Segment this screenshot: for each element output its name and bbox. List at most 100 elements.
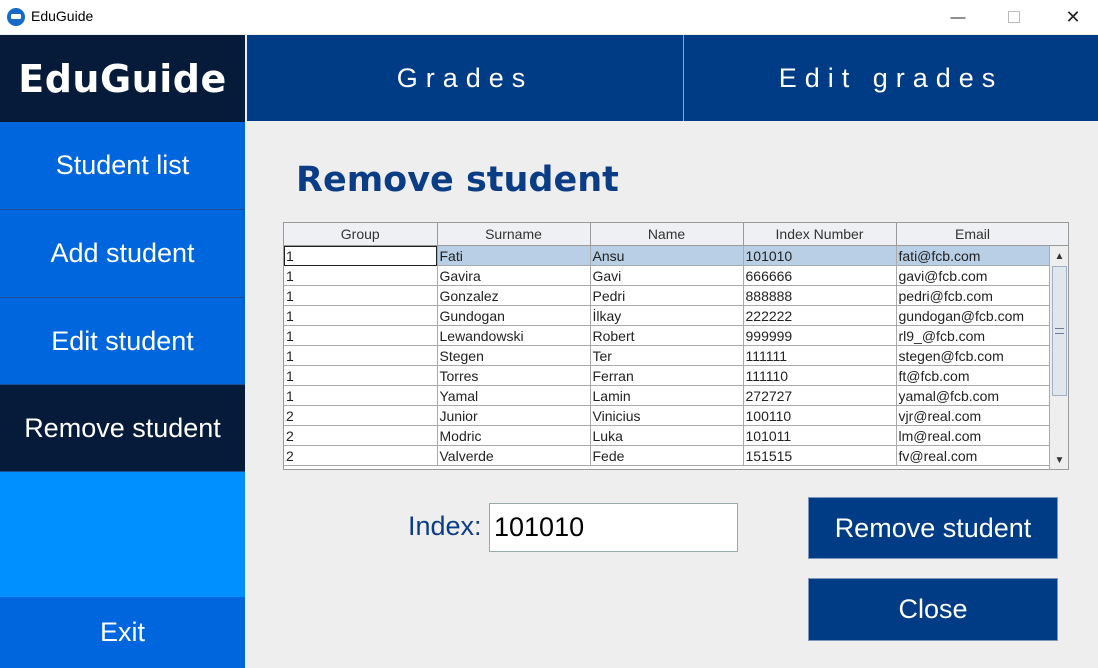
cell-surname[interactable]: Fati — [437, 245, 591, 266]
cell-name[interactable]: Ter — [590, 345, 744, 366]
table-header-row: Group Surname Name Index Number Email — [284, 223, 1050, 246]
sidebar-item-remove-student[interactable]: Remove student — [0, 385, 245, 472]
cell-surname[interactable]: Junior — [437, 405, 591, 426]
column-header-group[interactable]: Group — [284, 223, 438, 246]
table-scrollbar[interactable]: ▲ ▼ — [1049, 246, 1068, 469]
column-header-email[interactable]: Email — [896, 223, 1050, 246]
column-header-surname[interactable]: Surname — [437, 223, 591, 246]
cell-index-number[interactable]: 101010 — [743, 245, 897, 266]
cell-surname[interactable]: Gundogan — [437, 305, 591, 326]
cell-index-number[interactable]: 666666 — [743, 265, 897, 286]
cell-name[interactable]: Lamin — [590, 385, 744, 406]
cell-name[interactable]: Fede — [590, 445, 744, 466]
sidebar-item-student-list[interactable]: Student list — [0, 122, 245, 210]
cell-name[interactable]: Gavi — [590, 265, 744, 286]
index-input[interactable] — [489, 503, 738, 552]
cell-surname[interactable]: Yamal — [437, 385, 591, 406]
graduation-cap-icon — [7, 8, 25, 26]
table-row[interactable]: 1 Gundogan İlkay 222222 gundogan@fcb.com — [284, 305, 1050, 326]
tab-grades[interactable]: Grades — [247, 35, 683, 121]
cell-email[interactable]: pedri@fcb.com — [896, 285, 1050, 306]
maximize-icon — [1008, 11, 1020, 23]
cell-index-number[interactable]: 999999 — [743, 325, 897, 346]
column-header-index-number[interactable]: Index Number — [743, 223, 897, 246]
cell-name[interactable]: Pedri — [590, 285, 744, 306]
cell-group[interactable]: 1 — [284, 245, 438, 266]
exit-button[interactable]: Exit — [0, 597, 245, 668]
cell-group[interactable]: 1 — [284, 265, 438, 286]
cell-index-number[interactable]: 272727 — [743, 385, 897, 406]
cell-index-number[interactable]: 222222 — [743, 305, 897, 326]
cell-index-number[interactable]: 111111 — [743, 345, 897, 366]
page-title: Remove student — [296, 160, 619, 200]
cell-group[interactable]: 1 — [284, 325, 438, 346]
table-row[interactable]: 1 Gonzalez Pedri 888888 pedri@fcb.com — [284, 285, 1050, 306]
cell-surname[interactable]: Lewandowski — [437, 325, 591, 346]
cell-group[interactable]: 1 — [284, 385, 438, 406]
remove-student-button[interactable]: Remove student — [808, 497, 1058, 559]
grip-icon — [1055, 328, 1064, 334]
table-row[interactable]: 1 Lewandowski Robert 999999 rl9_@fcb.com — [284, 325, 1050, 346]
tab-edit-grades[interactable]: Edit grades — [684, 35, 1098, 121]
close-window-button[interactable]: ✕ — [1050, 0, 1096, 34]
sidebar: EduGuide Student list Add student Edit s… — [0, 35, 245, 668]
cell-email[interactable]: lm@real.com — [896, 425, 1050, 446]
cell-name[interactable]: Robert — [590, 325, 744, 346]
column-header-name[interactable]: Name — [590, 223, 744, 246]
cell-name[interactable]: İlkay — [590, 305, 744, 326]
students-grid[interactable]: Group Surname Name Index Number Email 1F… — [284, 223, 1050, 466]
cell-surname[interactable]: Torres — [437, 365, 591, 386]
table-row[interactable]: 1 Fati Ansu 101010 fati@fcb.com — [284, 245, 1050, 266]
cell-index-number[interactable]: 101011 — [743, 425, 897, 446]
maximize-button[interactable] — [991, 0, 1037, 34]
cell-index-number[interactable]: 100110 — [743, 405, 897, 426]
cell-email[interactable]: gavi@fcb.com — [896, 265, 1050, 286]
cell-surname[interactable]: Valverde — [437, 445, 591, 466]
sidebar-item-add-student[interactable]: Add student — [0, 210, 245, 298]
cell-index-number[interactable]: 111110 — [743, 365, 897, 386]
table-row[interactable]: 1 Yamal Lamin 272727 yamal@fcb.com — [284, 385, 1050, 406]
cell-name[interactable]: Vinicius — [590, 405, 744, 426]
cell-index-number[interactable]: 888888 — [743, 285, 897, 306]
cell-email[interactable]: fv@real.com — [896, 445, 1050, 466]
cell-group[interactable]: 1 — [284, 365, 438, 386]
cell-surname[interactable]: Stegen — [437, 345, 591, 366]
cell-surname[interactable]: Modric — [437, 425, 591, 446]
cell-email[interactable]: rl9_@fcb.com — [896, 325, 1050, 346]
cell-email[interactable]: stegen@fcb.com — [896, 345, 1050, 366]
table-header-corner — [1049, 223, 1068, 246]
scrollbar-thumb[interactable] — [1052, 266, 1067, 396]
cell-group[interactable]: 1 — [284, 345, 438, 366]
cell-group[interactable]: 1 — [284, 305, 438, 326]
window-title: EduGuide — [31, 8, 94, 24]
table-row[interactable]: 1 Gavira Gavi 666666 gavi@fcb.com — [284, 265, 1050, 286]
triangle-up-icon: ▲ — [1054, 250, 1065, 262]
cell-group[interactable]: 2 — [284, 405, 438, 426]
scroll-down-button[interactable]: ▼ — [1050, 452, 1068, 468]
sidebar-item-edit-student[interactable]: Edit student — [0, 298, 245, 385]
cell-name[interactable]: Ansu — [590, 245, 744, 266]
scroll-up-button[interactable]: ▲ — [1050, 248, 1068, 264]
table-row[interactable]: 1 Torres Ferran 111110 ft@fcb.com — [284, 365, 1050, 386]
cell-group[interactable]: 2 — [284, 445, 438, 466]
table-row[interactable]: 2 Valverde Fede 151515 fv@real.com — [284, 445, 1050, 466]
cell-email[interactable]: yamal@fcb.com — [896, 385, 1050, 406]
cell-email[interactable]: vjr@real.com — [896, 405, 1050, 426]
students-table[interactable]: Group Surname Name Index Number Email 1F… — [283, 222, 1069, 470]
cell-surname[interactable]: Gonzalez — [437, 285, 591, 306]
table-row[interactable]: 2 Junior Vinicius 100110 vjr@real.com — [284, 405, 1050, 426]
triangle-down-icon: ▼ — [1054, 454, 1065, 466]
close-button[interactable]: Close — [808, 578, 1058, 641]
cell-surname[interactable]: Gavira — [437, 265, 591, 286]
cell-index-number[interactable]: 151515 — [743, 445, 897, 466]
table-row[interactable]: 1 Stegen Ter 111111 stegen@fcb.com — [284, 345, 1050, 366]
cell-group[interactable]: 1 — [284, 285, 438, 306]
table-row[interactable]: 2 Modric Luka 101011 lm@real.com — [284, 425, 1050, 446]
cell-email[interactable]: ft@fcb.com — [896, 365, 1050, 386]
cell-group[interactable]: 2 — [284, 425, 438, 446]
minimize-button[interactable]: — — [935, 0, 981, 34]
cell-name[interactable]: Ferran — [590, 365, 744, 386]
cell-email[interactable]: gundogan@fcb.com — [896, 305, 1050, 326]
cell-name[interactable]: Luka — [590, 425, 744, 446]
cell-email[interactable]: fati@fcb.com — [896, 245, 1050, 266]
